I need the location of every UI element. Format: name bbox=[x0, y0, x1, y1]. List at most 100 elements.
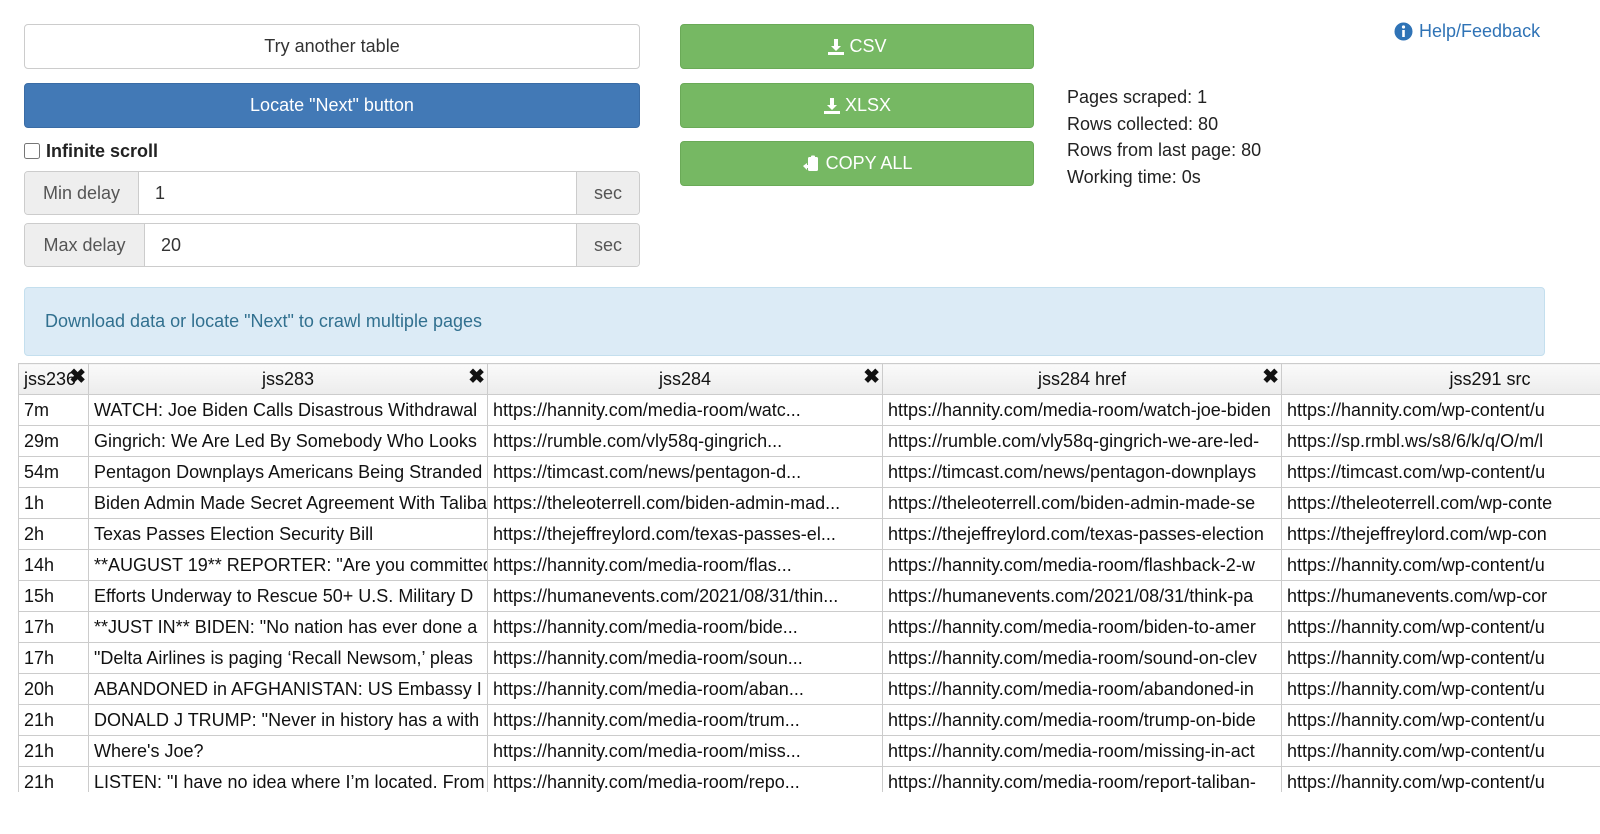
table-cell: https://hannity.com/wp-content/u bbox=[1281, 642, 1600, 674]
table-cell: 7m bbox=[18, 394, 89, 426]
min-delay-group: Min delay sec bbox=[24, 171, 640, 215]
info-message-box: Download data or locate "Next" to crawl … bbox=[24, 287, 1545, 356]
help-feedback-label: Help/Feedback bbox=[1419, 20, 1541, 41]
locate-next-button[interactable]: Locate "Next" button bbox=[24, 83, 640, 128]
table-row: 17h "Delta Airlines is paging ‘Recall New… bbox=[18, 642, 1600, 674]
remove-column-icon[interactable]: ✖ bbox=[1262, 366, 1279, 388]
csv-label: CSV bbox=[849, 36, 887, 56]
table-cell: https://theleoterrell.com/biden-admin-ma… bbox=[487, 487, 883, 519]
remove-column-icon[interactable]: ✖ bbox=[468, 366, 485, 388]
clipboard-hand-icon bbox=[802, 155, 818, 171]
infinite-scroll-checkbox[interactable] bbox=[24, 143, 40, 159]
download-icon bbox=[823, 97, 840, 114]
info-circle-icon bbox=[1394, 22, 1413, 40]
try-another-table-button[interactable]: Try another table bbox=[24, 24, 640, 69]
table-cell: 20h bbox=[18, 673, 89, 705]
column-header[interactable]: jss236 ✖ bbox=[18, 363, 89, 395]
table-cell: 21h bbox=[18, 704, 89, 736]
table-cell: https://hannity.com/wp-content/u bbox=[1281, 673, 1600, 705]
table-cell: https://theleoterrell.com/biden-admin-ma… bbox=[882, 487, 1282, 519]
column-header[interactable]: jss284 href ✖ bbox=[882, 363, 1282, 395]
copy-all-button[interactable]: COPY ALL bbox=[680, 141, 1034, 186]
table-cell: https://hannity.com/wp-content/u bbox=[1281, 704, 1600, 736]
table-cell: https://hannity.com/wp-content/u bbox=[1281, 766, 1600, 792]
table-cell: https://thejeffreylord.com/texas-passes-… bbox=[487, 518, 883, 550]
table-cell: https://hannity.com/media-room/missing-i… bbox=[882, 735, 1282, 767]
table-cell: 2h bbox=[18, 518, 89, 550]
column-header[interactable]: jss291 src bbox=[1281, 363, 1600, 395]
rows-collected: Rows collected: 80 bbox=[1067, 113, 1219, 134]
csv-download-button[interactable]: CSV bbox=[680, 24, 1034, 69]
table-cell: https://rumble.com/vly58q-gingrich... bbox=[487, 425, 883, 457]
table-cell: https://timcast.com/news/pentagon-downpl… bbox=[882, 456, 1282, 488]
table-cell: LISTEN: "I have no idea where I’m locate… bbox=[88, 766, 488, 792]
table-cell: 21h bbox=[18, 766, 89, 792]
remove-column-icon[interactable]: ✖ bbox=[863, 366, 880, 388]
column-header[interactable]: jss283 ✖ bbox=[88, 363, 488, 395]
table-cell: https://theleoterrell.com/wp-conte bbox=[1281, 487, 1600, 519]
table-row: 54m Pentagon Downplays Americans Being St… bbox=[18, 456, 1600, 488]
table-cell: https://rumble.com/vly58q-gingrich-we-ar… bbox=[882, 425, 1282, 457]
rows-last-page: Rows from last page: 80 bbox=[1067, 140, 1262, 161]
info-message: Download data or locate "Next" to crawl … bbox=[45, 311, 483, 331]
remove-column-icon[interactable]: ✖ bbox=[69, 366, 86, 388]
max-delay-input[interactable] bbox=[144, 224, 577, 266]
infinite-scroll-option[interactable]: Infinite scroll bbox=[24, 139, 158, 163]
table-cell: https://hannity.com/media-room/trump-on-… bbox=[882, 704, 1282, 736]
table-cell: https://hannity.com/wp-content/u bbox=[1281, 394, 1600, 426]
locate-next-label: Locate "Next" button bbox=[250, 95, 414, 115]
table-cell: 17h bbox=[18, 611, 89, 643]
table-row: 14h **AUGUST 19** REPORTER: "Are you comm… bbox=[18, 549, 1600, 581]
max-delay-label: Max delay bbox=[25, 224, 144, 266]
table-row: 21h Where's Joe? https://hannity.com/media… bbox=[18, 735, 1600, 767]
data-table: jss236 ✖ jss283 ✖ jss284 ✖ jss284 href ✖… bbox=[18, 363, 1600, 792]
table-cell: https://sp.rmbl.ws/s8/6/k/q/O/m/l bbox=[1281, 425, 1600, 457]
xlsx-download-button[interactable]: XLSX bbox=[680, 83, 1034, 128]
table-cell: 14h bbox=[18, 549, 89, 581]
table-cell: https://hannity.com/media-room/bide... bbox=[487, 611, 883, 643]
copy-all-label: COPY ALL bbox=[825, 153, 913, 173]
table-row: 15h Efforts Underway to Rescue 50+ U.S. M… bbox=[18, 580, 1600, 612]
table-cell: https://hannity.com/media-room/biden-to-… bbox=[882, 611, 1282, 643]
table-cell: https://hannity.com/media-room/watch-joe… bbox=[882, 394, 1282, 426]
table-cell: Pentagon Downplays Americans Being Stran… bbox=[88, 456, 488, 488]
table-row: 21h LISTEN: "I have no idea where I’m loc… bbox=[18, 766, 1600, 792]
working-time: Working time: 0s bbox=[1067, 166, 1201, 187]
table-row: 17h **JUST IN** BIDEN: "No nation has eve… bbox=[18, 611, 1600, 643]
table-cell: Where's Joe? bbox=[88, 735, 488, 767]
table-cell: Efforts Underway to Rescue 50+ U.S. Mili… bbox=[88, 580, 488, 612]
help-feedback-link[interactable]: Help/Feedback bbox=[1394, 19, 1540, 43]
table-cell: https://hannity.com/media-room/flas... bbox=[487, 549, 883, 581]
table-cell: https://hannity.com/wp-content/u bbox=[1281, 611, 1600, 643]
table-cell: https://humanevents.com/wp-cor bbox=[1281, 580, 1600, 612]
table-cell: https://thejeffreylord.com/texas-passes-… bbox=[882, 518, 1282, 550]
table-cell: 21h bbox=[18, 735, 89, 767]
max-delay-unit: sec bbox=[577, 224, 639, 266]
table-row: 21h DONALD J TRUMP: "Never in history has… bbox=[18, 704, 1600, 736]
scrape-stats: Pages scraped: 1 Rows collected: 80 Rows… bbox=[1067, 84, 1387, 190]
table-row: 2h Texas Passes Election Security Bill htt… bbox=[18, 518, 1600, 550]
min-delay-unit: sec bbox=[577, 172, 639, 214]
table-cell: https://timcast.com/wp-content/u bbox=[1281, 456, 1600, 488]
table-row: 20h ABANDONED in AFGHANISTAN: US Embassy … bbox=[18, 673, 1600, 705]
table-cell: https://humanevents.com/2021/08/31/think… bbox=[882, 580, 1282, 612]
table-cell: **JUST IN** BIDEN: "No nation has ever d… bbox=[88, 611, 488, 643]
table-cell: **AUGUST 19** REPORTER: "Are you committ… bbox=[88, 549, 488, 581]
table-cell: https://hannity.com/media-room/report-ta… bbox=[882, 766, 1282, 792]
table-cell: https://hannity.com/media-room/miss... bbox=[487, 735, 883, 767]
table-cell: 54m bbox=[18, 456, 89, 488]
table-row: 7m WATCH: Joe Biden Calls Disastrous With… bbox=[18, 394, 1600, 426]
pages-scraped: Pages scraped: 1 bbox=[1067, 87, 1208, 107]
table-cell: WATCH: Joe Biden Calls Disastrous Withdr… bbox=[88, 394, 488, 426]
min-delay-input[interactable] bbox=[138, 172, 577, 214]
table-cell: https://hannity.com/media-room/sound-on-… bbox=[882, 642, 1282, 674]
table-cell: https://thejeffreylord.com/wp-con bbox=[1281, 518, 1600, 550]
column-header[interactable]: jss284 ✖ bbox=[487, 363, 883, 395]
table-cell: 17h bbox=[18, 642, 89, 674]
data-table-viewport[interactable]: jss236 ✖ jss283 ✖ jss284 ✖ jss284 href ✖… bbox=[18, 363, 1600, 792]
infinite-scroll-label: Infinite scroll bbox=[46, 140, 159, 161]
table-cell: https://hannity.com/wp-content/u bbox=[1281, 549, 1600, 581]
table-cell: https://hannity.com/media-room/watc... bbox=[487, 394, 883, 426]
table-cell: "Delta Airlines is paging ‘Recall Newsom… bbox=[88, 642, 488, 674]
download-icon bbox=[828, 38, 845, 55]
